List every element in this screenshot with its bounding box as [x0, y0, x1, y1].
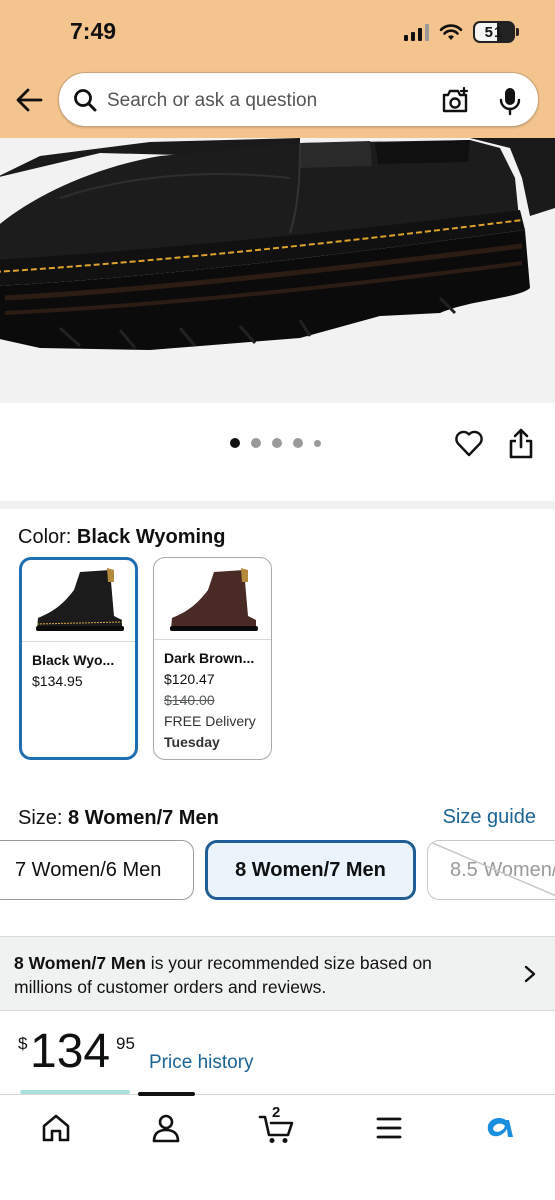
wifi-icon — [439, 24, 463, 40]
swatch-image — [22, 560, 135, 642]
cellular-signal-icon — [404, 23, 429, 41]
swatch-price: $120.47 — [164, 671, 215, 687]
tab-account[interactable] — [146, 1111, 186, 1147]
status-time: 7:49 — [70, 18, 117, 44]
tab-home[interactable] — [36, 1111, 76, 1147]
tab-cart[interactable]: 2 — [257, 1104, 297, 1147]
search-bar[interactable]: Search or ask a question — [58, 72, 539, 127]
unavailable-strike — [428, 841, 555, 897]
app-header: 7:49 51 Search or ask a question — [0, 0, 555, 138]
price-history-link[interactable]: Price history — [149, 1052, 254, 1074]
swatch-list-price: $140.00 — [164, 692, 215, 708]
swatch-price: $134.95 — [32, 673, 83, 689]
selected-size: 8 Women/7 Men — [68, 807, 219, 829]
swatch-name: Black Wyo... — [32, 652, 115, 668]
search-icon — [74, 89, 97, 112]
heart-icon[interactable] — [454, 428, 484, 458]
size-recommendation-banner[interactable]: 8 Women/7 Men is your recommended size b… — [0, 936, 555, 1011]
size-option-unavailable[interactable]: 8.5 Women/7.5 Men — [427, 840, 555, 900]
menu-icon — [376, 1117, 402, 1139]
selected-color: Black Wyoming — [76, 526, 226, 548]
search-input[interactable]: Search or ask a question — [107, 90, 317, 112]
account-icon — [152, 1114, 180, 1143]
recommendation-text: 8 Women/7 Men is your recommended size b… — [14, 951, 484, 999]
back-arrow-icon[interactable] — [14, 85, 44, 115]
color-heading: Color: Black Wyoming — [18, 526, 225, 549]
chevron-right-icon — [524, 965, 536, 983]
size-option-label: 7 Women/6 Men — [15, 858, 162, 881]
color-swatch-black[interactable]: Black Wyo... $134.95 — [19, 557, 138, 760]
price-whole: 134 — [30, 1025, 111, 1078]
price-currency: $ — [18, 1034, 28, 1053]
swatch-delivery: FREE Delivery — [164, 713, 256, 729]
color-label: Color: — [18, 526, 72, 548]
price-fraction: 95 — [116, 1034, 135, 1053]
rufus-assistant-icon — [487, 1118, 513, 1137]
image-carousel-controls — [0, 403, 555, 501]
cart-count-badge: 2 — [272, 1104, 281, 1121]
section-divider — [0, 501, 555, 509]
size-option-selected[interactable]: 8 Women/7 Men — [205, 840, 416, 900]
battery-level: 51 — [484, 23, 504, 41]
swatch-delivery-day: Tuesday — [164, 734, 220, 750]
carousel-dots[interactable] — [230, 438, 321, 448]
battery-icon: 51 — [473, 21, 519, 43]
swatch-image — [154, 558, 271, 640]
bottom-tab-bar: 2 — [0, 1092, 555, 1200]
swatch-name: Dark Brown... — [164, 650, 255, 666]
tab-menu[interactable] — [369, 1111, 409, 1147]
microphone-icon[interactable] — [498, 86, 522, 116]
recommended-size: 8 Women/7 Men — [14, 953, 146, 973]
size-heading: Size: 8 Women/7 Men — [18, 807, 219, 830]
tab-rufus[interactable] — [479, 1111, 519, 1147]
camera-search-icon[interactable] — [440, 86, 470, 116]
size-option[interactable]: 7 Women/6 Men — [0, 840, 194, 900]
active-tab-indicator — [138, 1092, 195, 1096]
size-option-label: 8 Women/7 Men — [235, 858, 386, 881]
home-icon — [42, 1114, 70, 1142]
color-swatch-dark-brown[interactable]: Dark Brown... $120.47 $140.00 FREE Deliv… — [153, 557, 272, 760]
size-label: Size: — [18, 807, 63, 829]
size-guide-link[interactable]: Size guide — [443, 806, 536, 829]
product-image[interactable] — [0, 138, 555, 403]
status-icons: 51 — [404, 20, 519, 44]
share-icon[interactable] — [507, 427, 535, 459]
